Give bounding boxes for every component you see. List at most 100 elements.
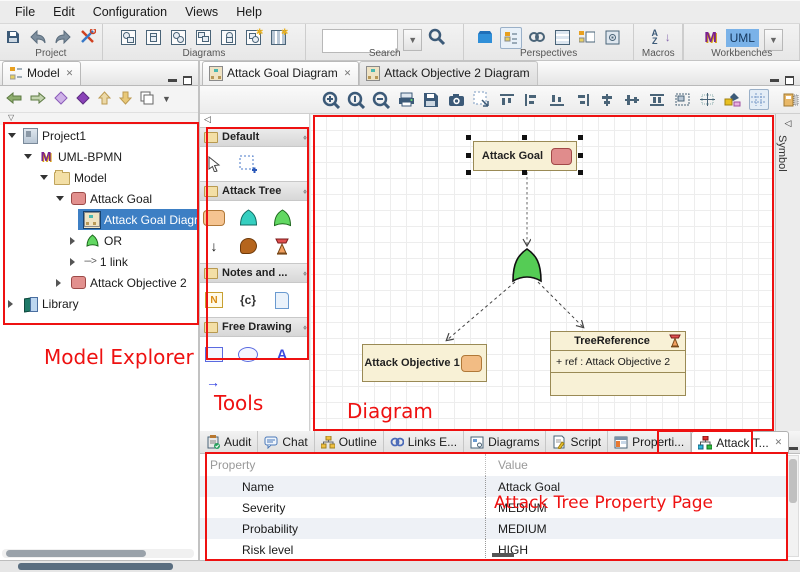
macros-sort-icon[interactable]: AZ [645, 27, 665, 47]
status-scrollbar-thumb[interactable] [18, 563, 173, 570]
tab-attack-objective-2-diagram[interactable]: Attack Objective 2 Diagram [359, 61, 537, 85]
collapse-arrow-icon[interactable] [70, 258, 75, 266]
tree-item-attack-goal-diagram[interactable]: Attack Goal Diagr [0, 209, 198, 230]
line-tool-icon[interactable]: → [202, 369, 307, 395]
expand-arrow-icon[interactable] [56, 196, 64, 201]
tree-item-uml-bpmn[interactable]: M UML-BPMN [0, 146, 198, 167]
align-right-icon[interactable] [573, 90, 591, 109]
fit-selection-icon[interactable] [473, 90, 491, 109]
palette-toggle-icon[interactable] [782, 90, 800, 109]
tab-audit[interactable]: Audit [200, 431, 258, 453]
search-icon[interactable] [427, 27, 447, 47]
selected-element-icon[interactable] [76, 91, 90, 108]
print-icon[interactable] [397, 90, 415, 109]
filter-caret-icon[interactable]: ▽ [0, 113, 198, 125]
table-row[interactable]: Severity MEDIUM [200, 497, 786, 518]
node-attack-goal[interactable]: Attack Goal [473, 141, 577, 171]
selection-handle[interactable] [466, 170, 471, 175]
bottom-vertical-scrollbar[interactable] [787, 455, 799, 557]
table-row[interactable]: Probability MEDIUM [200, 518, 786, 539]
selection-handle[interactable] [578, 170, 583, 175]
tab-links-editor[interactable]: Links E... [384, 431, 464, 453]
tab-script[interactable]: Script [546, 431, 608, 453]
workspace-icon[interactable] [475, 27, 495, 47]
palette-section-default[interactable]: Default ‹› [200, 127, 309, 147]
close-icon[interactable]: ✕ [344, 68, 352, 79]
selection-handle[interactable] [466, 153, 471, 158]
tree-item-library[interactable]: Library [0, 293, 198, 314]
palette-section-attack-tree[interactable]: Attack Tree ‹› [200, 181, 309, 201]
selection-handle[interactable] [578, 135, 583, 140]
maximize-icon[interactable] [785, 76, 794, 85]
or-gate-shape[interactable] [510, 247, 544, 285]
table-row[interactable]: Name Attack Goal [200, 476, 786, 497]
center-vertical-icon[interactable] [598, 90, 616, 109]
collapse-arrow-icon[interactable] [8, 300, 13, 308]
tab-properties[interactable]: Properti... [608, 431, 691, 453]
navigate-back-icon[interactable] [6, 91, 22, 107]
redo-icon[interactable] [53, 27, 73, 47]
navigate-forward-icon[interactable] [30, 91, 46, 107]
rectangle-tool-icon[interactable] [202, 341, 226, 367]
select-tool-icon[interactable] [202, 151, 226, 177]
tree-reference-tool-icon[interactable] [270, 233, 294, 259]
tab-model[interactable]: Model ✕ [2, 61, 81, 85]
text-tool-icon[interactable]: A [270, 341, 294, 367]
actor-diagram-icon[interactable] [219, 27, 239, 47]
collapse-arrow-icon[interactable] [70, 237, 75, 245]
palette-section-free-drawing[interactable]: Free Drawing ‹› [200, 317, 309, 337]
matrix-perspective-icon[interactable] [552, 27, 572, 47]
grid-visible-icon[interactable] [749, 89, 769, 110]
tab-diagrams[interactable]: Diagrams [464, 431, 546, 453]
align-top-icon[interactable] [498, 90, 516, 109]
new-matrix-icon[interactable]: ✱ [269, 27, 289, 47]
save-image-icon[interactable] [422, 90, 440, 109]
tree-item-project1[interactable]: Project1 [0, 125, 198, 146]
tree-item-attack-objective-2[interactable]: Attack Objective 2 [0, 272, 198, 293]
expand-arrow-icon[interactable] [40, 175, 48, 180]
palette-section-notes[interactable]: Notes and ... ‹› [200, 263, 309, 283]
selection-handle[interactable] [522, 170, 527, 175]
tab-chat[interactable]: Chat [258, 431, 314, 453]
column-header-property[interactable]: Property [200, 458, 485, 472]
same-size-icon[interactable] [674, 90, 692, 109]
move-down-icon[interactable] [119, 91, 132, 108]
column-resize-handle[interactable] [492, 553, 514, 557]
deployment-diagram-icon[interactable] [144, 27, 164, 47]
expand-arrow-icon[interactable] [8, 133, 16, 138]
marquee-zoom-tool-icon[interactable] [236, 151, 260, 177]
constraint-tool-icon[interactable]: {c} [236, 287, 260, 313]
class-diagram-icon[interactable] [119, 27, 139, 47]
selection-handle[interactable] [522, 135, 527, 140]
view-menu-icon[interactable]: ▼ [162, 94, 171, 104]
menu-file[interactable]: File [6, 3, 44, 21]
menu-views[interactable]: Views [176, 3, 227, 21]
menu-configuration[interactable]: Configuration [84, 3, 176, 21]
value-cell[interactable]: HIGH [485, 539, 786, 560]
tab-attack-goal-diagram[interactable]: Attack Goal Diagram ✕ [202, 61, 359, 85]
configure-tools-icon[interactable] [78, 27, 98, 47]
scrollbar-thumb[interactable] [6, 550, 146, 557]
minimize-icon[interactable] [168, 79, 177, 82]
scrollbar-thumb[interactable] [789, 459, 797, 503]
copy-view-icon[interactable] [140, 91, 154, 108]
new-diagram-icon[interactable]: ✱ [244, 27, 264, 47]
maximize-icon[interactable] [183, 76, 192, 85]
tree-item-attack-goal[interactable]: Attack Goal [0, 188, 198, 209]
zoom-out-icon[interactable] [372, 90, 390, 109]
value-cell[interactable]: MEDIUM [485, 518, 786, 539]
or-gate-tool-icon[interactable] [270, 205, 294, 231]
align-left-icon[interactable] [523, 90, 541, 109]
collapse-arrow-icon[interactable] [56, 279, 61, 287]
column-header-value[interactable]: Value [485, 454, 786, 476]
model-horizontal-scrollbar[interactable] [2, 549, 194, 558]
minimize-icon[interactable] [770, 79, 779, 82]
snap-grid-icon[interactable] [699, 90, 717, 109]
menu-help[interactable]: Help [227, 3, 271, 21]
attack-node-tool-icon[interactable] [202, 205, 226, 231]
symbol-tab[interactable]: Symbol [776, 135, 788, 172]
tab-attack-tree[interactable]: Attack T... ✕ [691, 431, 789, 453]
node-attack-objective-1[interactable]: Attack Objective 1 [362, 344, 487, 382]
expand-arrow-icon[interactable] [24, 154, 32, 159]
zoom-in-icon[interactable] [322, 90, 340, 109]
